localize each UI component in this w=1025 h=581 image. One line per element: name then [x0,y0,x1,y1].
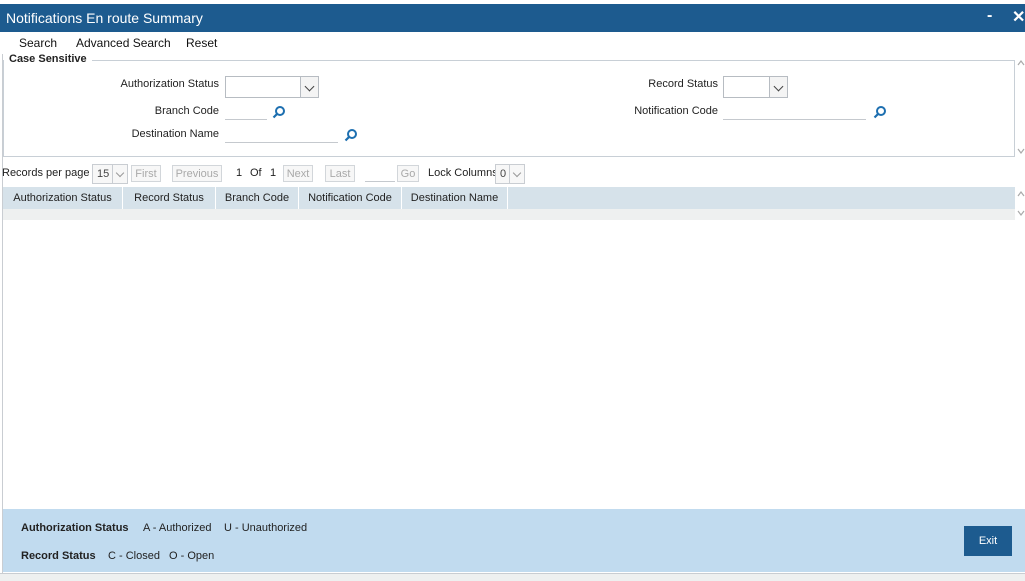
chevron-down-icon[interactable] [509,165,524,183]
go-button[interactable]: Go [397,165,419,182]
lock-columns-label: Lock Columns [428,167,498,179]
next-page-button[interactable]: Next [283,165,313,182]
authorization-status-select[interactable] [225,76,319,98]
exit-button[interactable]: Exit [964,526,1012,556]
records-per-page-select[interactable]: 15 [92,164,128,184]
chevron-down-icon[interactable] [112,165,127,183]
footer-unauthorized: U - Unauthorized [224,522,308,534]
notification-code-input[interactable] [723,102,866,120]
minimize-button[interactable]: - [987,7,992,25]
advanced-search-button[interactable]: Advanced Search [76,36,171,50]
first-page-button[interactable]: First [131,165,161,182]
chevron-down-icon[interactable] [769,77,787,97]
destination-name-input[interactable] [225,125,338,143]
legend-footer: Authorization Status A - Authorized U - … [3,509,1025,572]
title-bar: Notifications En route Summary - ✕ [0,0,1025,32]
scroll-down-icon[interactable] [1017,146,1025,156]
last-page-button[interactable]: Last [325,165,355,182]
footer-open: O - Open [169,550,215,562]
chevron-down-icon[interactable] [300,77,318,97]
grid-header: Authorization Status Record Status Branc… [3,187,1015,209]
scroll-up-icon[interactable] [1017,58,1025,68]
footer-record-status-label: Record Status [21,550,96,562]
grid-body [3,220,1015,508]
current-page: 1 [236,167,243,179]
column-record-status[interactable]: Record Status [123,187,216,209]
footer-authorized: A - Authorized [143,522,212,534]
branch-code-label: Branch Code [154,105,219,117]
go-to-page-input[interactable] [365,165,395,182]
lock-columns-value: 0 [500,168,507,180]
magnifier-icon[interactable] [344,128,358,142]
column-destination-name[interactable]: Destination Name [402,187,508,209]
footer-authorization-status-label: Authorization Status [21,522,129,534]
column-branch-code[interactable]: Branch Code [216,187,299,209]
table-row[interactable] [3,209,1015,220]
scroll-down-icon[interactable] [1017,208,1025,218]
destination-name-label: Destination Name [131,128,219,140]
reset-button[interactable]: Reset [186,36,217,50]
footer-closed: C - Closed [108,550,160,562]
of-label: Of [250,167,262,179]
pagination-bar: Records per page 15 First Previous 1 Of … [0,161,1025,185]
status-strip [0,573,1025,581]
branch-code-input[interactable] [225,102,267,120]
window-title: Notifications En route Summary [6,10,203,26]
notification-code-label: Notification Code [634,105,718,117]
total-pages: 1 [270,167,277,179]
record-status-label: Record Status [648,78,718,90]
record-status-select[interactable] [723,76,788,98]
column-authorization-status[interactable]: Authorization Status [3,187,123,209]
toolbar: Search Advanced Search Reset [0,32,1025,54]
case-sensitive-legend: Case Sensitive [9,53,89,65]
previous-page-button[interactable]: Previous [172,165,222,182]
records-per-page-value: 15 [97,168,110,180]
lock-columns-select[interactable]: 0 [495,164,525,184]
search-button[interactable]: Search [19,36,57,50]
scroll-up-icon[interactable] [1017,189,1025,199]
close-button[interactable]: ✕ [1012,7,1025,27]
column-notification-code[interactable]: Notification Code [299,187,402,209]
records-per-page-label: Records per page [2,167,90,179]
magnifier-icon[interactable] [272,105,286,119]
magnifier-icon[interactable] [873,105,887,119]
authorization-status-label: Authorization Status [120,78,219,90]
